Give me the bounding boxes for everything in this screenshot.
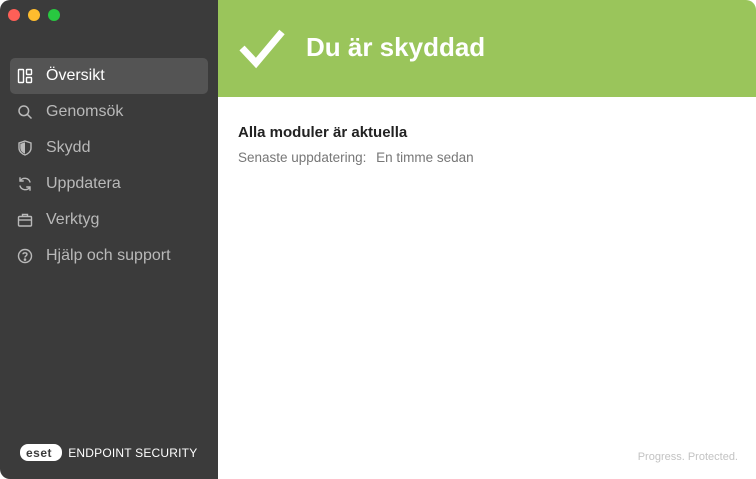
toolbox-icon: [16, 211, 34, 229]
maximize-window-button[interactable]: [48, 9, 60, 21]
checkmark-icon: [239, 29, 285, 69]
close-window-button[interactable]: [8, 9, 20, 21]
modules-status-title: Alla moduler är aktuella: [238, 124, 408, 141]
search-icon: [16, 103, 34, 121]
sidebar-item-label: Översikt: [46, 67, 105, 84]
sidebar-item-label: Uppdatera: [46, 175, 121, 192]
eset-logo: eset: [20, 444, 63, 461]
sidebar-item-verktyg[interactable]: Verktyg: [10, 202, 208, 238]
main-panel: Du är skyddad Alla moduler är aktuella S…: [218, 0, 756, 479]
sidebar-item-uppdatera[interactable]: Uppdatera: [10, 166, 208, 202]
sidebar: Översikt Genomsök Skydd Uppdatera Verkty…: [0, 0, 218, 479]
banner-title: Du är skyddad: [306, 32, 486, 62]
sidebar-item-label: Verktyg: [46, 211, 100, 228]
status-banner: Du är skyddad: [218, 0, 756, 97]
window-controls: [8, 9, 60, 21]
sidebar-item-skydd[interactable]: Skydd: [10, 130, 208, 166]
help-icon: [16, 247, 34, 265]
tagline: Progress. Protected.: [637, 451, 738, 463]
sidebar-item-label: Skydd: [46, 139, 91, 156]
sidebar-item-label: Genomsök: [46, 103, 124, 120]
app-window: Översikt Genomsök Skydd Uppdatera Verkty…: [0, 0, 756, 479]
shield-icon: [16, 139, 34, 157]
last-update-row: Senaste uppdatering: En timme sedan: [238, 150, 474, 165]
refresh-icon: [16, 175, 34, 193]
product-name: ENDPOINT SECURITY: [68, 445, 198, 460]
sidebar-item-label: Hjälp och support: [46, 247, 171, 264]
last-update-value: En timme sedan: [376, 150, 474, 165]
overview-icon: [16, 67, 34, 85]
minimize-window-button[interactable]: [28, 9, 40, 21]
last-update-label: Senaste uppdatering:: [238, 150, 367, 165]
sidebar-item-genomsok[interactable]: Genomsök: [10, 94, 208, 130]
sidebar-nav: Översikt Genomsök Skydd Uppdatera Verkty…: [10, 58, 208, 274]
brand-footer: eset ENDPOINT SECURITY: [20, 444, 197, 461]
sidebar-item-hjalp[interactable]: Hjälp och support: [10, 238, 208, 274]
sidebar-item-oversikt[interactable]: Översikt: [10, 58, 208, 94]
